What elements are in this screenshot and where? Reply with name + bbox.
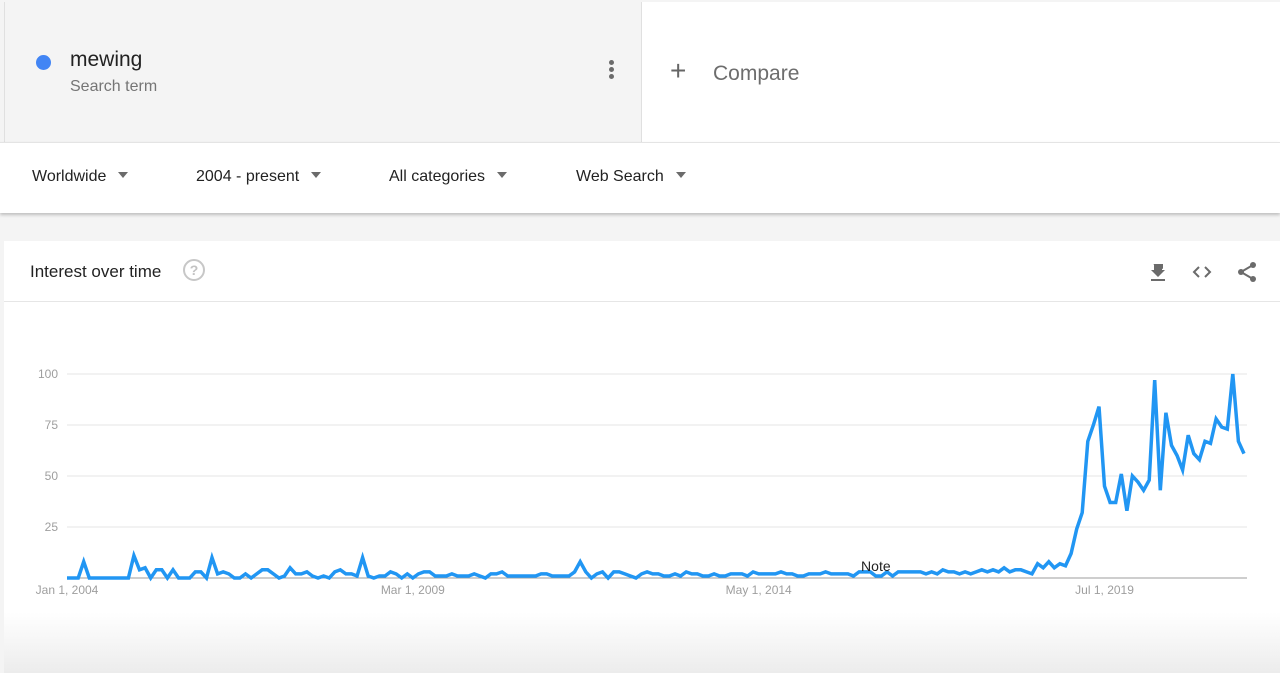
search-term-subtitle: Search term (70, 78, 158, 95)
y-tick-label: 25 (45, 520, 59, 534)
interest-over-time-panel: Interest over time ? 25 50 75 100 Jan 1, 200… (4, 241, 1280, 673)
more-vert-icon[interactable] (605, 60, 617, 84)
x-tick-label: May 1, 2014 (726, 583, 792, 597)
plus-icon: + (670, 55, 687, 86)
category-filter[interactable]: All categories (389, 168, 508, 186)
search-term-name[interactable]: mewing (70, 48, 142, 72)
x-tick-label: Jul 1, 2019 (1075, 583, 1134, 597)
dropdown-arrow-icon (497, 172, 508, 178)
x-tick-label: Jan 1, 2004 (36, 583, 99, 597)
location-filter[interactable]: Worldwide (32, 168, 129, 186)
location-filter-label: Worldwide (32, 168, 107, 185)
dropdown-arrow-icon (118, 172, 129, 178)
search-term-card: mewing Search term (4, 2, 641, 142)
compare-label: Compare (713, 62, 800, 85)
y-tick-label: 100 (38, 367, 58, 381)
dropdown-arrow-icon (675, 172, 686, 178)
dropdown-arrow-icon (311, 172, 322, 178)
note-annotation: Note (861, 558, 891, 574)
x-tick-label: Mar 1, 2009 (381, 583, 445, 597)
search-type-filter[interactable]: Web Search (576, 168, 686, 186)
time-range-filter-label: 2004 - present (196, 168, 300, 185)
interest-chart: 25 50 75 100 Jan 1, 2004 Mar 1, 2009 May 1, 20… (36, 367, 1247, 597)
compare-button[interactable]: + Compare (641, 2, 1280, 142)
y-tick-label: 75 (45, 418, 59, 432)
filter-bar: Worldwide 2004 - present All categories … (0, 142, 1280, 213)
series-color-dot (36, 55, 51, 70)
category-filter-label: All categories (389, 168, 486, 185)
time-range-filter[interactable]: 2004 - present (196, 168, 322, 186)
search-type-filter-label: Web Search (576, 168, 664, 185)
y-tick-label: 50 (45, 469, 59, 483)
